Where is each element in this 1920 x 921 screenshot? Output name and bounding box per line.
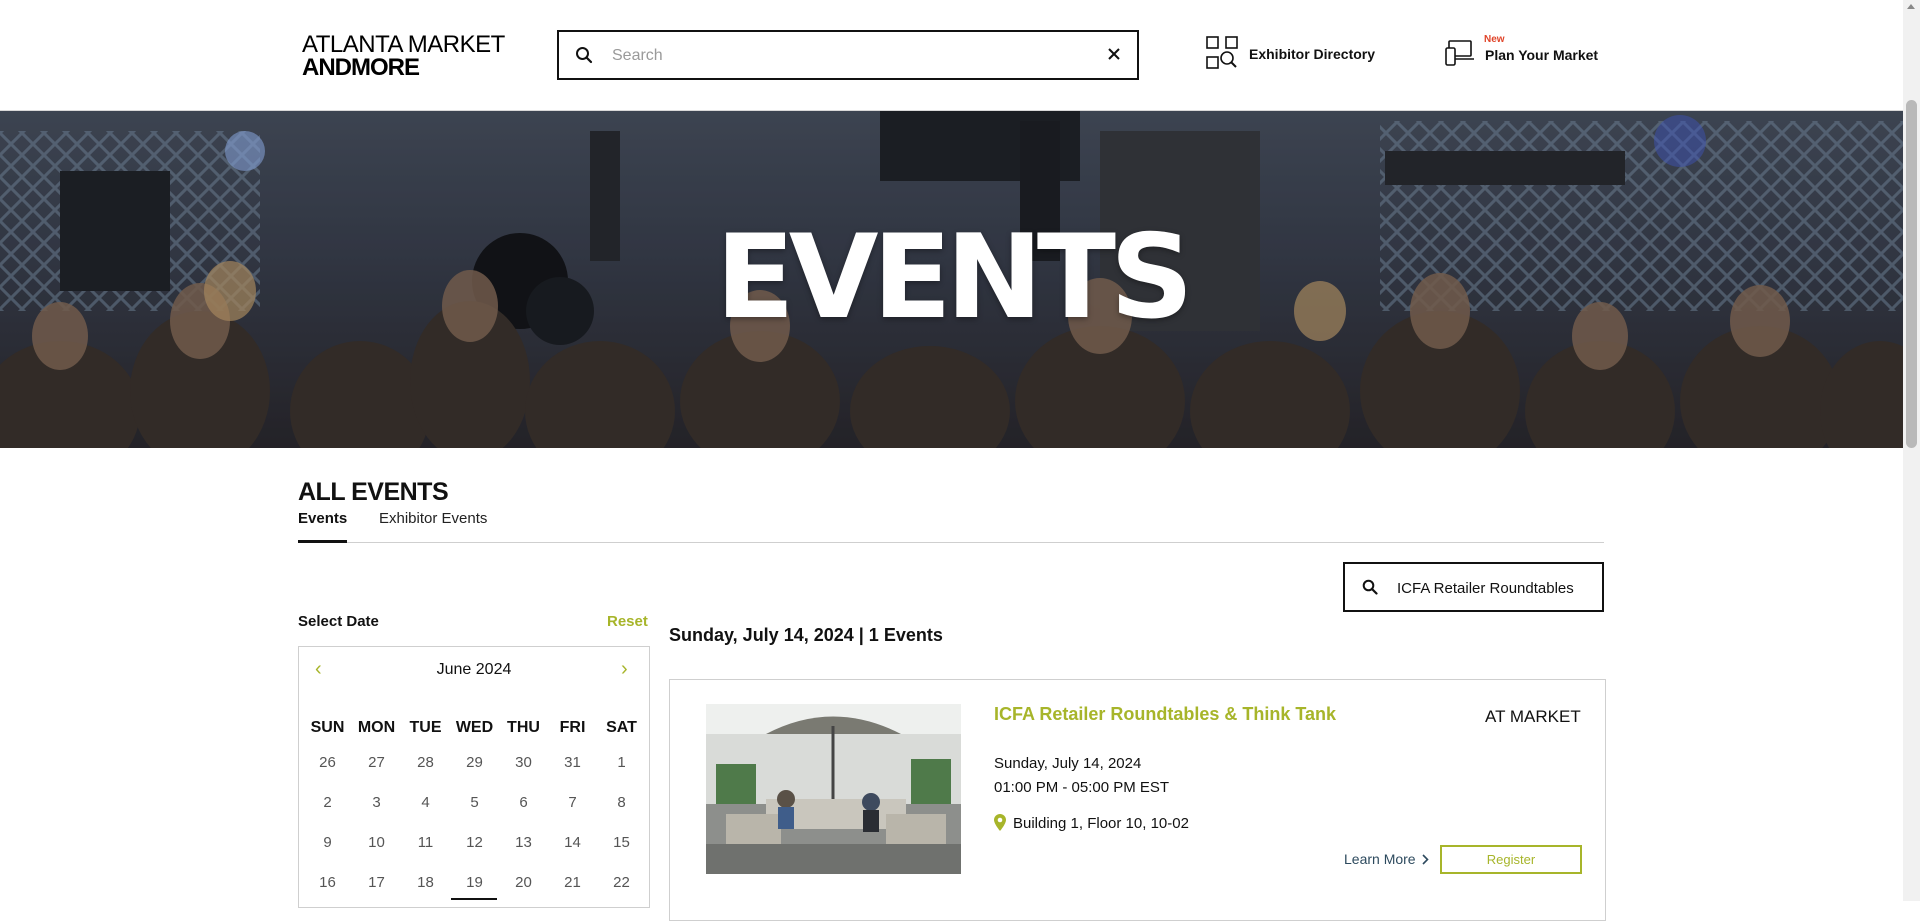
reset-date-link[interactable]: Reset [607,613,648,630]
calendar-weekday-header: SUN MON TUE WED THU FRI SAT [303,713,646,743]
weekday-label: TUE [409,719,442,736]
search-icon[interactable] [1362,579,1378,595]
event-showroom-photo [706,704,961,874]
site-header: ATLANTA MARKET ANDMORE Exhibitor Directo… [0,0,1903,111]
header-search-box [557,30,1139,80]
calendar-month-label: June 2024 [436,661,512,678]
calendar-day[interactable]: 17 [352,863,401,903]
scroll-thumb[interactable] [1906,100,1917,448]
weekday-label: MON [357,719,396,736]
weekday-label: WED [455,719,494,736]
calendar-day[interactable]: 9 [303,823,352,863]
calendar-day[interactable]: 8 [597,783,646,823]
calendar-day[interactable]: 19 [450,863,499,903]
location-pin-icon [994,814,1006,831]
learn-more-link[interactable]: Learn More [1344,851,1430,867]
event-tabs: Events Exhibitor Events [298,510,1604,543]
calendar-day[interactable]: 29 [450,743,499,783]
calendar-day[interactable]: 15 [597,823,646,863]
learn-more-label: Learn More [1344,851,1416,867]
directory-search-icon [1206,36,1238,69]
calendar-day[interactable]: 18 [401,863,450,903]
calendar-day[interactable]: 5 [450,783,499,823]
plan-your-market-label: Plan Your Market [1485,47,1599,63]
section-title: ALL EVENTS [298,478,449,506]
calendar-day[interactable]: 27 [352,743,401,783]
header-search-input[interactable] [610,41,1074,71]
weekday-label: SAT [606,719,637,736]
hero-banner: EVENTS [0,111,1903,448]
event-type-label: AT MARKET [1485,707,1581,726]
calendar-next-month-button[interactable]: › [621,659,628,679]
calendar-day[interactable]: 20 [499,863,548,903]
calendar-day[interactable]: 12 [450,823,499,863]
date-picker-calendar: ‹ June 2024 › SUN MON TUE WED THU FRI SA… [298,646,650,908]
calendar-day[interactable]: 14 [548,823,597,863]
calendar-day[interactable]: 3 [352,783,401,823]
calendar-day[interactable]: 22 [597,863,646,903]
calendar-grid: SUN MON TUE WED THU FRI SAT 26 27 28 29 … [303,713,646,903]
calendar-day[interactable]: 7 [548,783,597,823]
calendar-day[interactable]: 2 [303,783,352,823]
devices-icon [1445,40,1474,66]
event-card: ICFA Retailer Roundtables & Think Tank A… [669,679,1606,921]
calendar-week-row: 9 10 11 12 13 14 15 [303,823,646,863]
logo-line2: ANDMORE [302,54,420,81]
hero-title: EVENTS [715,210,1193,345]
page-scrollbar[interactable] [1903,0,1920,901]
calendar-week-row: 16 17 18 19 20 21 22 [303,863,646,903]
calendar-day[interactable]: 26 [303,743,352,783]
clear-search-icon[interactable] [1107,47,1121,61]
exhibitor-directory-label: Exhibitor Directory [1249,46,1376,62]
select-date-label: Select Date [298,613,379,630]
register-button[interactable]: Register [1440,845,1582,874]
weekday-label: FRI [559,719,586,736]
tab-events[interactable]: Events [298,510,348,543]
weekday-label: SUN [310,719,345,736]
event-title-link[interactable]: ICFA Retailer Roundtables & Think Tank [994,704,1336,725]
calendar-day[interactable]: 4 [401,783,450,823]
chevron-right-icon [1422,854,1430,865]
results-heading: Sunday, July 14, 2024 | 1 Events [669,625,943,645]
calendar-day[interactable]: 28 [401,743,450,783]
calendar-week-row: 2 3 4 5 6 7 8 [303,783,646,823]
calendar-week-row: 26 27 28 29 30 31 1 [303,743,646,783]
calendar-day[interactable]: 16 [303,863,352,903]
calendar-day[interactable]: 30 [499,743,548,783]
site-logo[interactable]: ATLANTA MARKET ANDMORE [302,33,505,81]
search-icon[interactable] [575,46,593,64]
tab-exhibitor-events[interactable]: Exhibitor Events [379,510,487,540]
event-location: Building 1, Floor 10, 10-02 [1013,815,1189,832]
calendar-day[interactable]: 1 [597,743,646,783]
event-search-box [1343,562,1604,612]
calendar-day[interactable]: 21 [548,863,597,903]
new-badge: New [1484,34,1505,45]
event-search-input[interactable] [1395,574,1599,602]
scroll-up-arrow-icon[interactable] [1907,4,1915,9]
weekday-label: THU [507,719,540,736]
event-date: Sunday, July 14, 2024 [994,755,1142,772]
calendar-day[interactable]: 13 [499,823,548,863]
event-time: 01:00 PM - 05:00 PM EST [994,779,1170,796]
exhibitor-directory-link[interactable]: Exhibitor Directory [1206,36,1386,72]
calendar-day[interactable]: 6 [499,783,548,823]
calendar-day[interactable]: 11 [401,823,450,863]
calendar-day[interactable]: 31 [548,743,597,783]
calendar-day[interactable]: 10 [352,823,401,863]
plan-your-market-link[interactable]: New Plan Your Market [1445,32,1615,72]
event-image[interactable] [706,704,961,874]
